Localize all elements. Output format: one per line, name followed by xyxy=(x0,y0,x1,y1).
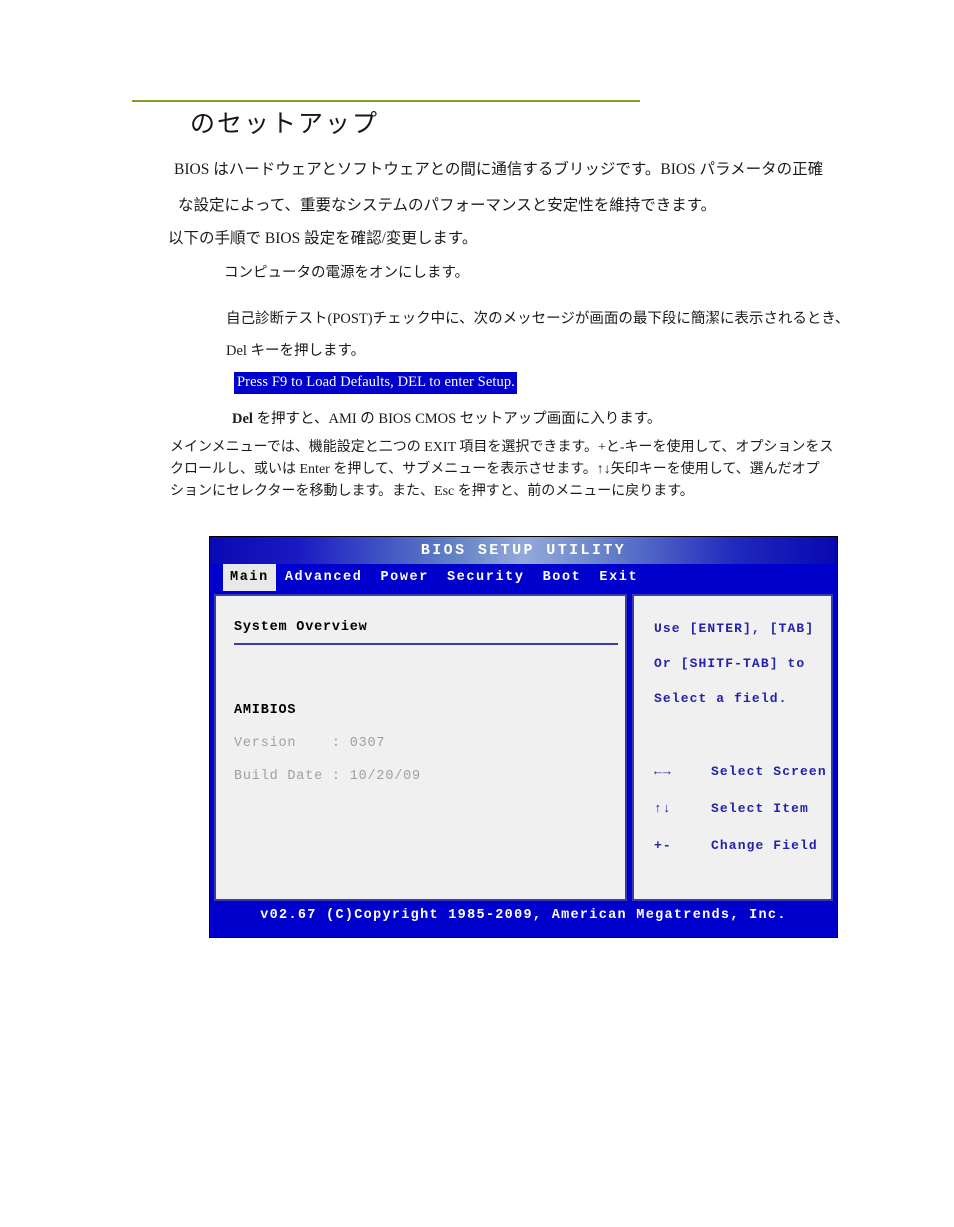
amibios-group-label: AMIBIOS xyxy=(234,703,297,718)
bios-footer-copyright: v02.67 (C)Copyright 1985-2009, American … xyxy=(210,901,837,929)
step-2-text-line-2: Del キーを押します。 xyxy=(226,343,366,359)
bios-main-panel: System Overview AMIBIOS Version : 0307 B… xyxy=(214,594,627,901)
bios-tab-security[interactable]: Security xyxy=(438,564,534,591)
help-line-2: Or [SHITF-TAB] to xyxy=(654,656,806,671)
intro-paragraph-line-3: 以下の手順で BIOS 設定を確認/変更します。 xyxy=(168,230,478,247)
system-overview-heading: System Overview xyxy=(234,620,368,635)
help-line-3: Select a field. xyxy=(654,691,788,706)
key-legend-select-item: ↑↓ Select Item xyxy=(654,801,831,816)
step-2-text-line-1: 自己診断テスト(POST)チェック中に、次のメッセージが画面の最下段に簡潔に表示… xyxy=(226,311,850,327)
bios-tab-advanced[interactable]: Advanced xyxy=(276,564,372,591)
system-overview-underline xyxy=(234,643,618,645)
step-3-text: Del を押すと、AMI の BIOS CMOS セットアップ画面に入ります。 xyxy=(232,407,661,428)
bios-tab-main[interactable]: Main xyxy=(223,564,276,591)
intro-paragraph-line-1: BIOS はハードウェアとソフトウェアとの間に通信するブリッジです。BIOS パ… xyxy=(174,161,824,178)
navigation-note: メインメニューでは、機能設定と二つの EXIT 項目を選択できます。+と-キーを… xyxy=(170,437,860,503)
key-legend-select-screen: ←→ Select Screen xyxy=(654,764,831,779)
help-line-1: Use [ENTER], [TAB] xyxy=(654,621,815,636)
bios-menu-bar: Main Advanced Power Security Boot Exit xyxy=(210,564,837,591)
key-legend-change-field: +- Change Field xyxy=(654,838,831,853)
bios-tab-exit[interactable]: Exit xyxy=(590,564,647,591)
header-divider-rule xyxy=(132,100,640,102)
step-1-text: コンピュータの電源をオンにします。 xyxy=(224,265,470,281)
bios-content-area: System Overview AMIBIOS Version : 0307 B… xyxy=(210,591,837,901)
bios-build-date-row[interactable]: Build Date : 10/20/09 xyxy=(234,769,625,784)
bios-version-row[interactable]: Version : 0307 xyxy=(234,736,625,751)
document-page: のセットアップ BIOS はハードウェアとソフトウェアとの間に通信するブリッジで… xyxy=(0,0,954,1227)
plus-minus-icon: +- xyxy=(654,838,672,853)
key-legend-select-screen-label: Select Screen xyxy=(711,764,827,779)
bios-version-label: Version : xyxy=(234,736,350,751)
left-right-arrow-icon: ←→ xyxy=(654,764,672,779)
navigation-note-line-2: クロールし、或いは Enter を押して、サブメニューを表示させます。↑↓矢印キ… xyxy=(170,462,820,477)
page-title: のセットアップ xyxy=(190,111,380,138)
key-legend-change-field-label: Change Field xyxy=(711,838,818,853)
bios-help-panel: Use [ENTER], [TAB] Or [SHITF-TAB] to Sel… xyxy=(632,594,833,901)
step-3-remainder: を押すと、AMI の BIOS CMOS セットアップ画面に入ります。 xyxy=(252,411,662,427)
help-panel-spacer xyxy=(654,726,831,764)
bios-build-date-value: 10/20/09 xyxy=(349,769,421,784)
post-message-highlight: Press F9 to Load Defaults, DEL to enter … xyxy=(234,372,517,394)
intro-paragraph-line-2: な設定によって、重要なシステムのパフォーマンスと安定性を維持できます。 xyxy=(178,197,717,214)
up-down-arrow-icon: ↑↓ xyxy=(654,801,672,816)
bios-title-bar: BIOS SETUP UTILITY xyxy=(210,537,837,564)
step-3-key-label: Del xyxy=(232,411,253,427)
bios-version-value: 0307 xyxy=(349,736,386,751)
bios-build-date-label: Build Date : xyxy=(234,769,350,784)
bios-setup-screenshot: BIOS SETUP UTILITY Main Advanced Power S… xyxy=(209,536,838,938)
navigation-note-line-3: ションにセレクターを移動します。また、Esc を押すと、前のメニューに戻ります。 xyxy=(170,484,694,499)
bios-tab-power[interactable]: Power xyxy=(371,564,438,591)
key-legend-select-item-label: Select Item xyxy=(711,801,809,816)
navigation-note-line-1: メインメニューでは、機能設定と二つの EXIT 項目を選択できます。+と-キーを… xyxy=(170,440,834,455)
bios-tab-boot[interactable]: Boot xyxy=(534,564,591,591)
